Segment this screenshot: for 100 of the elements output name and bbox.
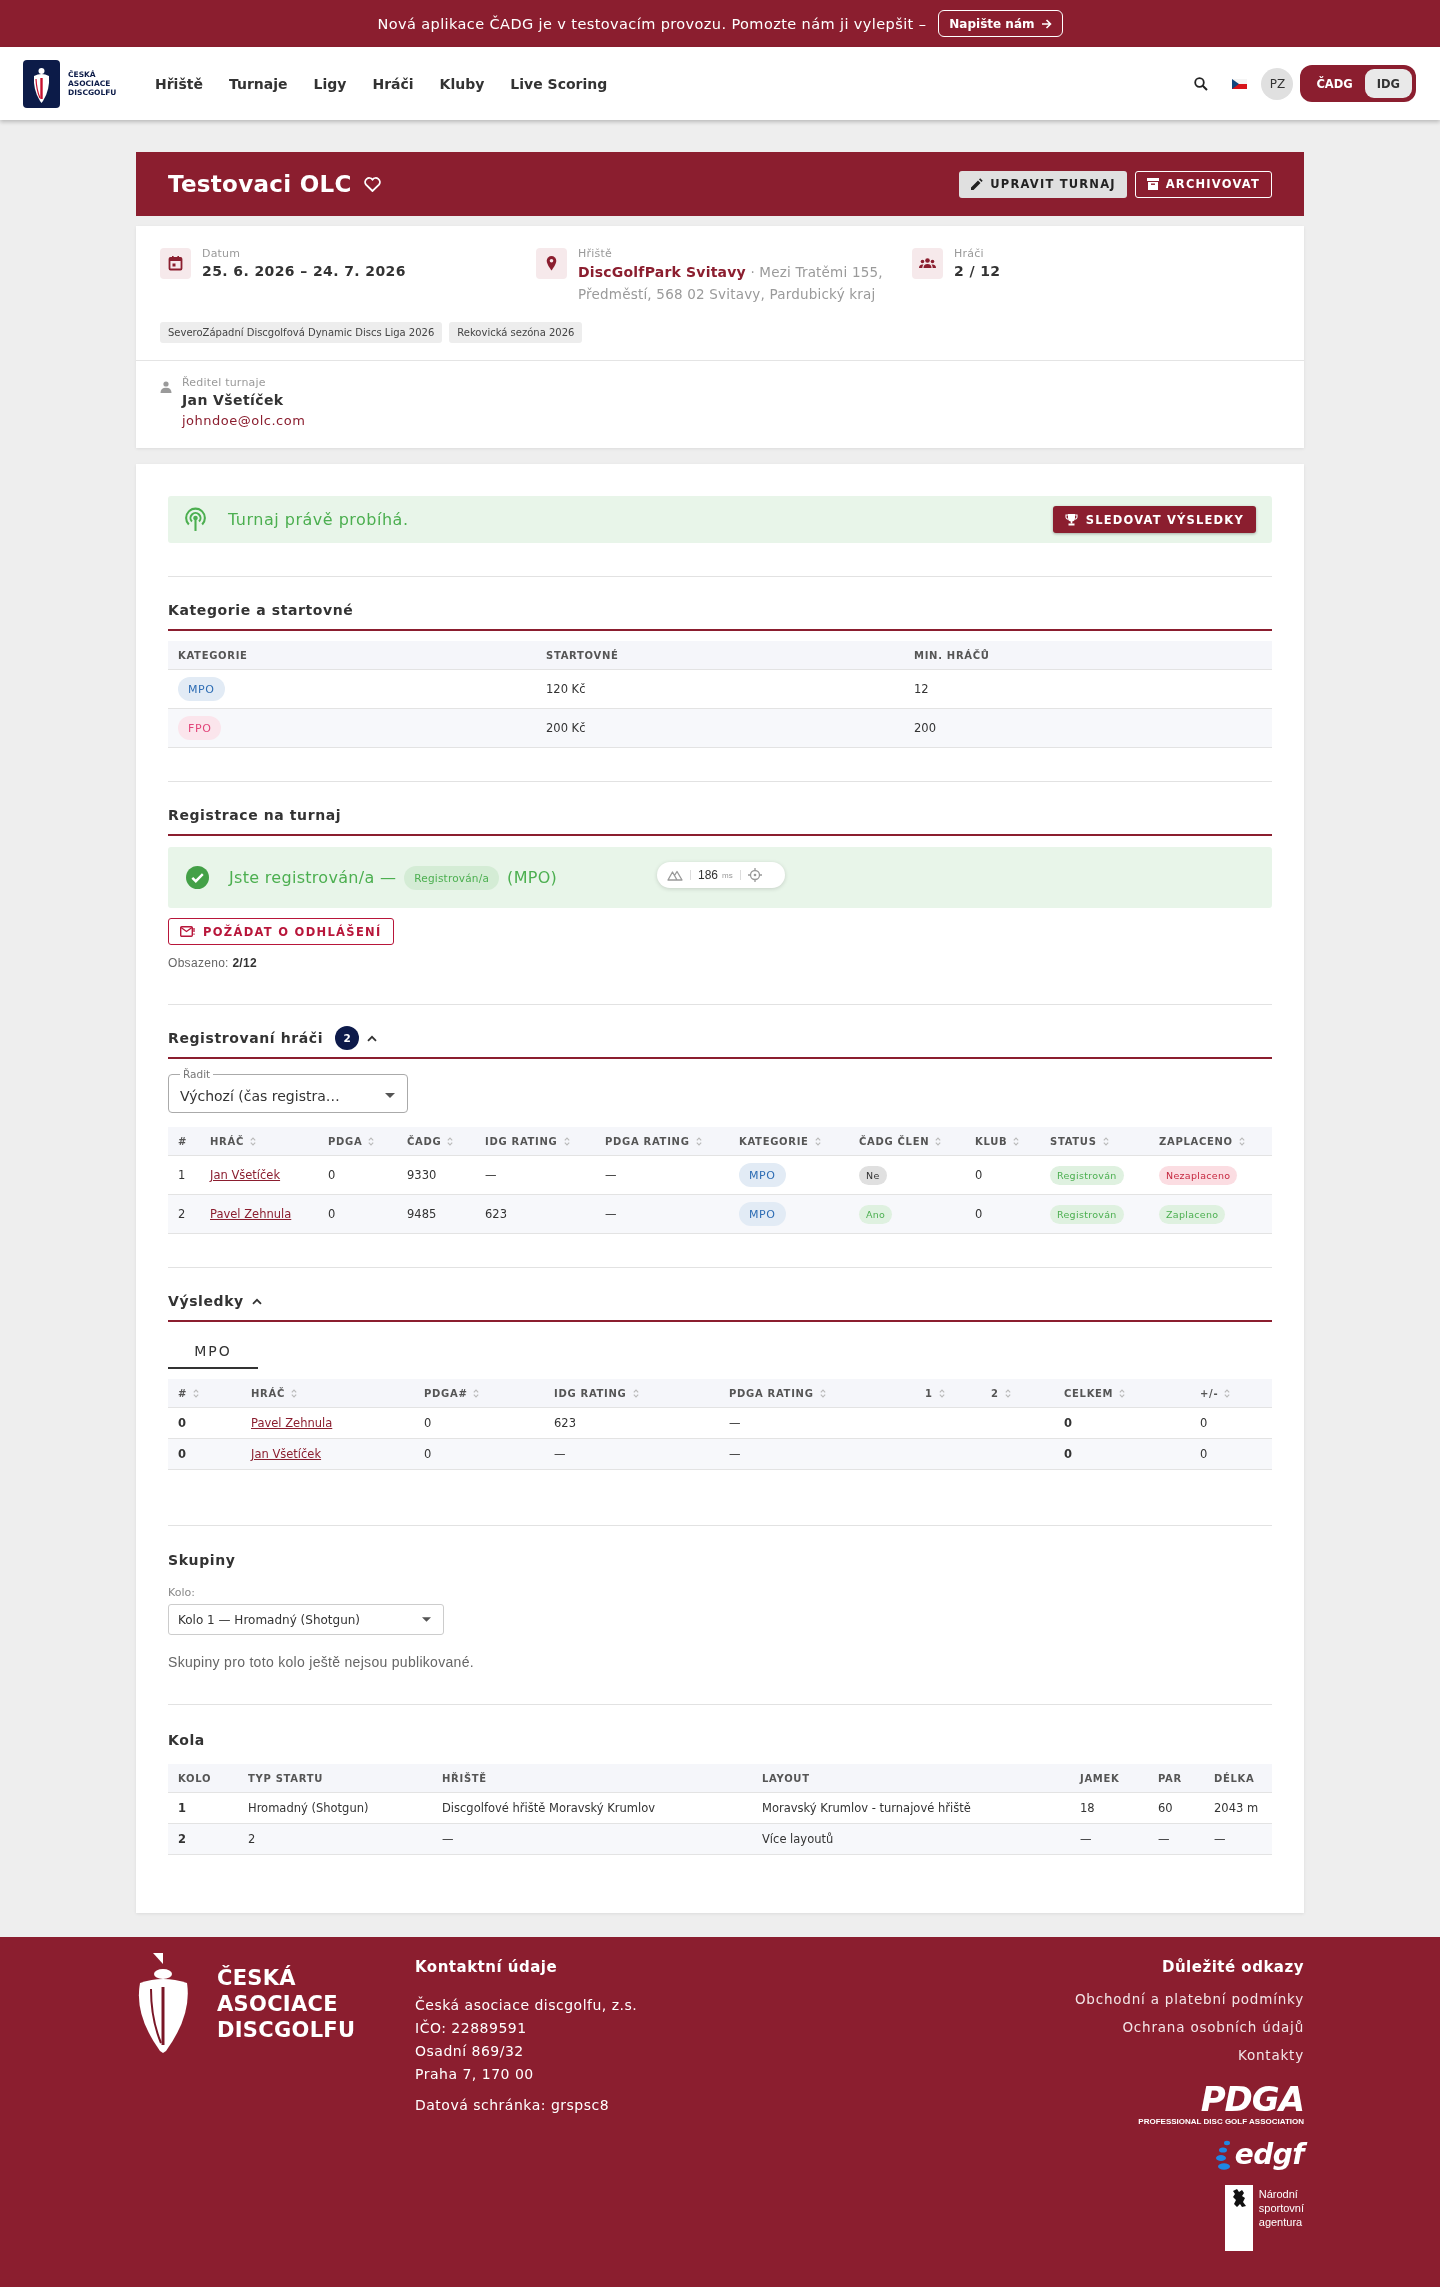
sort-icon[interactable] xyxy=(1004,1388,1011,1398)
table-cell: — xyxy=(1158,1832,1170,1846)
sort-icon[interactable] xyxy=(695,1136,702,1146)
request-unregister-button[interactable]: POŽÁDAT O ODHLÁŠENÍ xyxy=(168,918,394,945)
sort-icon[interactable] xyxy=(1013,1136,1020,1146)
sort-icon[interactable] xyxy=(632,1388,639,1398)
archive-button[interactable]: ARCHIVOVAT xyxy=(1134,170,1272,198)
column-header[interactable]: KLUB xyxy=(975,1135,1008,1147)
column-header[interactable]: ČADG xyxy=(407,1135,442,1147)
table-cell: 9485 xyxy=(407,1207,437,1221)
agency-name[interactable]: Národní sportovní agentura xyxy=(1258,2187,1304,2229)
nav-link[interactable]: Kluby xyxy=(439,75,485,92)
field-label: Hráči xyxy=(954,247,985,261)
crosshair-icon[interactable] xyxy=(747,868,762,882)
footer-link[interactable]: Obchodní a platební podmínky xyxy=(1074,1985,1304,2013)
sort-icon[interactable] xyxy=(1119,1388,1126,1398)
players-count: 2 / 12 xyxy=(954,262,1001,281)
column-header[interactable]: PDGA RATING xyxy=(605,1135,690,1147)
status-chip: Registrován xyxy=(1050,1204,1124,1224)
category-tab[interactable]: MPO xyxy=(168,1334,258,1369)
column-header[interactable]: # xyxy=(178,1135,188,1147)
sort-icon[interactable] xyxy=(473,1388,480,1398)
sort-icon[interactable] xyxy=(938,1388,945,1398)
column-header: MIN. HRÁČŮ xyxy=(914,649,990,661)
logo-wordmark[interactable]: PDGA xyxy=(1200,2081,1304,2117)
column-header[interactable]: PDGA# xyxy=(424,1387,468,1399)
check-circle-icon xyxy=(186,866,209,889)
column-header[interactable]: HRÁČ xyxy=(210,1135,244,1147)
edit-button[interactable]: UPRAVIT TURNAJ xyxy=(959,170,1127,198)
table-cell: 18 xyxy=(1080,1801,1095,1815)
table-cell: 0 xyxy=(424,1447,432,1461)
devtools-badge[interactable]: 186 ms xyxy=(657,862,785,888)
column-header[interactable]: CELKEM xyxy=(1064,1387,1114,1399)
nav-link[interactable]: Hráči xyxy=(372,75,414,92)
column-header[interactable]: IDG RATING xyxy=(554,1387,627,1399)
emblem-icon[interactable] xyxy=(136,1953,191,2053)
sort-icon[interactable] xyxy=(193,1388,200,1398)
crest-icon[interactable] xyxy=(1224,2185,1253,2251)
sort-icon[interactable] xyxy=(447,1136,454,1146)
column-header[interactable]: STATUS xyxy=(1050,1135,1097,1147)
heart-icon[interactable] xyxy=(363,176,381,192)
column-header[interactable]: PDGA xyxy=(328,1135,363,1147)
sort-icon[interactable] xyxy=(1102,1136,1109,1146)
league-tag[interactable]: Rekovická sezóna 2026 xyxy=(449,322,583,343)
sort-icon[interactable] xyxy=(1238,1136,1245,1146)
column-header[interactable]: # xyxy=(178,1387,188,1399)
column-header[interactable]: 1 xyxy=(925,1387,933,1399)
player-link[interactable]: Pavel Zehnula xyxy=(251,1416,333,1430)
status-chip: Registrován xyxy=(1050,1165,1124,1185)
table-cell: — xyxy=(729,1447,741,1461)
league-tag[interactable]: SeveroZápadní Discgolfová Dynamic Discs Liga 2026 xyxy=(160,322,443,343)
player-link[interactable]: Pavel Zehnula xyxy=(210,1207,292,1221)
nav-link[interactable]: Turnaje xyxy=(228,75,288,92)
column-header[interactable]: +/- xyxy=(1200,1387,1219,1399)
table-cell: — xyxy=(729,1416,741,1430)
count-badge: 2 xyxy=(335,1026,360,1050)
person-icon xyxy=(160,381,172,393)
column-header: KATEGORIE xyxy=(178,649,248,661)
sort-icon[interactable] xyxy=(249,1136,256,1146)
federation-option[interactable]: IDG xyxy=(1364,69,1412,98)
table-cell: 623 xyxy=(554,1416,576,1430)
nav-link[interactable]: Ligy xyxy=(313,75,347,92)
column-header[interactable]: HRÁČ xyxy=(251,1387,285,1399)
column-header[interactable]: 2 xyxy=(991,1387,999,1399)
field-label: Kolo: xyxy=(168,1585,195,1601)
column-header[interactable]: ZAPLACENO xyxy=(1159,1135,1233,1147)
footer-link[interactable]: Ochrana osobních údajů xyxy=(1122,2013,1304,2041)
search-icon[interactable] xyxy=(1194,76,1209,91)
sort-icon[interactable] xyxy=(563,1136,570,1146)
chevron-up-icon[interactable] xyxy=(367,1035,378,1042)
nav-link[interactable]: Hřiště xyxy=(155,75,203,92)
write-us-button[interactable]: Napište nám xyxy=(938,10,1063,37)
sort-select[interactable]: Řadit Výchozí (čas registra… xyxy=(168,1068,408,1113)
round-select[interactable]: Kolo 1 — Hromadný (Shotgun) xyxy=(168,1604,444,1635)
column-header[interactable]: ČADG ČLEN xyxy=(859,1135,930,1147)
player-link[interactable]: Jan Všetíček xyxy=(251,1447,322,1461)
flag-icon[interactable] xyxy=(1232,78,1248,89)
user-avatar[interactable]: PZ xyxy=(1261,67,1294,100)
sort-icon[interactable] xyxy=(368,1136,375,1146)
emblem-icon[interactable] xyxy=(23,59,60,108)
footer-logo-text[interactable]: ČESKÁ ASOCIACE DISCGOLFU xyxy=(217,1965,356,2043)
nav-link[interactable]: Live Scoring xyxy=(510,75,608,92)
chevron-up-icon[interactable] xyxy=(251,1298,262,1305)
table-cell: 60 xyxy=(1158,1801,1173,1815)
email-link[interactable]: johndoe@olc.com xyxy=(182,413,306,428)
sort-icon[interactable] xyxy=(814,1136,821,1146)
sort-icon[interactable] xyxy=(290,1388,297,1398)
status-chip: Registrován/a xyxy=(404,865,500,890)
sort-icon[interactable] xyxy=(1224,1388,1231,1398)
column-header[interactable]: IDG RATING xyxy=(485,1135,558,1147)
table-cell: 0 xyxy=(975,1168,983,1182)
course-link[interactable]: DiscGolfPark Svitavy xyxy=(578,264,746,280)
sort-icon[interactable] xyxy=(935,1136,942,1146)
sort-icon[interactable] xyxy=(819,1388,826,1398)
column-header[interactable]: PDGA RATING xyxy=(729,1387,814,1399)
column-header[interactable]: KATEGORIE xyxy=(739,1135,809,1147)
player-link[interactable]: Jan Všetíček xyxy=(210,1168,281,1182)
federation-option[interactable]: ČADG xyxy=(1304,69,1365,98)
footer-link[interactable]: Kontakty xyxy=(1237,2041,1304,2069)
follow-results-button[interactable]: SLEDOVAT VÝSLEDKY xyxy=(1052,506,1256,533)
